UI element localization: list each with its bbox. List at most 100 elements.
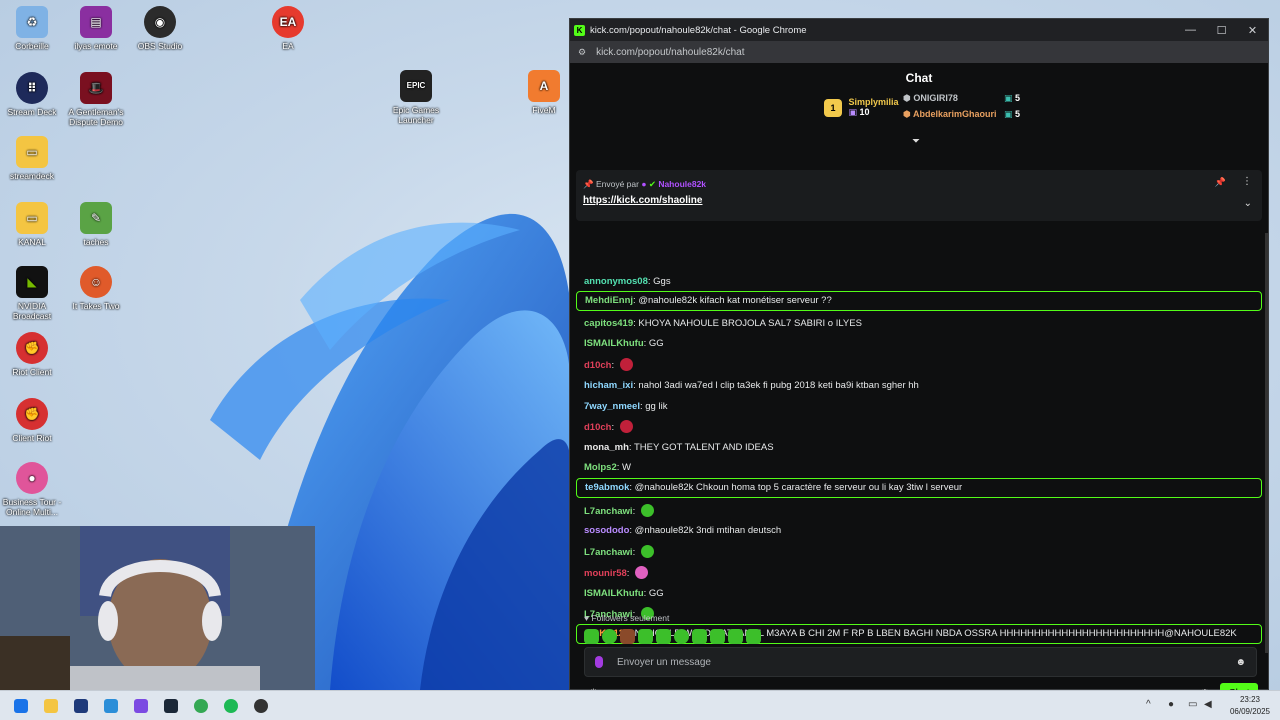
chat-message: L7anchawi:	[576, 545, 1262, 560]
message-username[interactable]: annonymos08	[584, 276, 648, 287]
pinned-user[interactable]: Nahoule82k	[658, 179, 706, 189]
desktop-icon-client-riot[interactable]: ✊ Client Riot	[0, 398, 64, 443]
message-text: @nahoule82k kifach kat monétiser serveur…	[638, 295, 832, 306]
message-username[interactable]: MehdiEnnj	[585, 295, 633, 306]
desktop-icon-kanal[interactable]: ▭ KANAL	[0, 202, 64, 247]
taskbar-app-icon[interactable]	[74, 699, 88, 713]
medal-icon: ⬢	[903, 109, 914, 119]
ea-icon: EA	[272, 6, 304, 38]
maximize-button[interactable]: ☐	[1206, 24, 1237, 37]
taskbar-app-icon[interactable]	[164, 699, 178, 713]
kick-favicon-icon: K	[574, 24, 585, 36]
scrollbar[interactable]	[1265, 233, 1268, 653]
message-username[interactable]: ISMAILKhufu	[584, 338, 644, 349]
message-username[interactable]: d10ch	[584, 422, 611, 433]
taskbar-app-icon[interactable]	[104, 699, 118, 713]
taskbar-app-icon[interactable]	[44, 699, 58, 713]
address-bar[interactable]: ⚙ kick.com/popout/nahoule82k/chat	[570, 41, 1268, 63]
desktop-icon-obs[interactable]: ◉ OBS Studio	[128, 6, 192, 51]
leader-2[interactable]: ⬢ ONIGIRI78	[903, 93, 958, 104]
desktop-icon-stream-deck[interactable]: ⠿ Stream Deck	[0, 72, 64, 117]
emote-button[interactable]	[584, 629, 599, 644]
emote-button[interactable]	[638, 629, 653, 644]
message-username[interactable]: sosododo	[584, 525, 629, 536]
emoji-icon[interactable]: ☻	[1235, 657, 1246, 668]
taskbar-app-icon[interactable]	[134, 699, 148, 713]
site-settings-icon[interactable]: ⚙	[578, 47, 586, 58]
system-clock[interactable]: 23:23 06/09/2025	[1230, 694, 1270, 718]
webcam-image	[0, 526, 315, 690]
tray-mic-icon[interactable]: ●	[1168, 699, 1174, 710]
desktop-icon-business-tour[interactable]: ● Business Tour - Online Multi...	[0, 462, 64, 517]
pin-icon: 📌	[583, 179, 596, 189]
desktop-icon-it-takes-two[interactable]: ☺ It Takes Two	[64, 266, 128, 311]
close-button[interactable]: ✕	[1237, 24, 1268, 37]
desktop-icon-ea[interactable]: EA EA	[256, 6, 320, 51]
desktop-icon-fivem[interactable]: A FiveM	[512, 70, 576, 115]
notepad-icon: ✎	[80, 202, 112, 234]
tray-display-icon[interactable]: ▭	[1188, 699, 1197, 710]
tray-chevron-icon[interactable]: ^	[1146, 699, 1151, 710]
message-input-box[interactable]: ☻	[584, 647, 1257, 677]
chrome-window: K kick.com/popout/nahoule82k/chat - Goog…	[569, 18, 1269, 703]
emote-button[interactable]	[692, 629, 707, 644]
emote-button[interactable]	[656, 629, 671, 644]
chat-message: annonymos08: Ggs	[576, 275, 1262, 289]
minimize-button[interactable]: —	[1175, 24, 1206, 37]
webcam-overlay	[0, 526, 315, 690]
desktop-icon-taches[interactable]: ✎ taches	[64, 202, 128, 247]
taskbar: ^ ● ▭ ◀ 23:23 06/09/2025	[0, 690, 1280, 720]
desktop-icon-recycle-bin[interactable]: ♻ Corbeille	[0, 6, 64, 51]
desktop-icon-streamdeck-folder[interactable]: ▭ streamdeck	[0, 136, 64, 181]
desktop-icon-ilyas-emote[interactable]: ▤ ilyas emote	[64, 6, 128, 51]
message-username[interactable]: ISMAILKhufu	[584, 588, 644, 599]
obs-taskbar-icon[interactable]	[254, 699, 268, 713]
desktop-icon-riot-client[interactable]: ✊ Riot Client	[0, 332, 64, 377]
message-username[interactable]: Molps2	[584, 462, 617, 473]
message-input[interactable]	[617, 656, 1217, 668]
desktop-icon-gentlemans-dispute[interactable]: 🎩 A Gentleman's Dispute Demo	[64, 72, 128, 127]
leader-3[interactable]: ⬢ AbdelkarimGhaouri	[903, 109, 997, 120]
chat-message: Molps2: W	[576, 461, 1262, 475]
emote-button[interactable]	[602, 629, 617, 644]
collapse-leaderboard-icon[interactable]: ⏷	[912, 136, 920, 147]
pinned-link[interactable]: https://kick.com/shaoline	[583, 195, 702, 206]
message-username[interactable]: 7way_nmeel	[584, 401, 640, 412]
riot-icon: ✊	[16, 398, 48, 430]
message-username[interactable]: te9abmok	[585, 482, 629, 493]
nvidia-icon: ◣	[16, 266, 48, 298]
emote-button[interactable]	[710, 629, 725, 644]
spotify-icon[interactable]	[224, 699, 238, 713]
chat-message: ISMAILKhufu: GG	[576, 337, 1262, 351]
message-separator: :	[632, 506, 638, 517]
business-tour-icon: ●	[16, 462, 48, 494]
leader-1[interactable]: 1 Simplymilia ▣ 10	[824, 97, 899, 118]
message-username[interactable]: d10ch	[584, 360, 611, 371]
emote-bar	[584, 629, 761, 644]
message-username[interactable]: mounir58	[584, 568, 627, 579]
chrome-taskbar-icon[interactable]	[194, 699, 208, 713]
emote-button[interactable]	[674, 629, 689, 644]
desktop-icon-nvidia-broadcast[interactable]: ◣ NVIDIA Broadcast	[0, 266, 64, 321]
message-username[interactable]: L7anchawi	[584, 547, 633, 558]
desktop-icon-epic-games[interactable]: EPIC Epic Games Launcher	[384, 70, 448, 125]
message-text: GG	[648, 588, 664, 599]
tray-volume-icon[interactable]: ◀	[1204, 699, 1212, 710]
emote-button[interactable]	[728, 629, 743, 644]
message-text: W	[622, 462, 631, 473]
message-username[interactable]: mona_mh	[584, 442, 629, 453]
message-text: nahol 3adi wa7ed l clip ta3ek fi pubg 20…	[638, 380, 919, 391]
unpin-icon[interactable]: 📌	[1215, 177, 1226, 188]
more-options-icon[interactable]: ⋮	[1242, 176, 1252, 187]
url-text[interactable]: kick.com/popout/nahoule82k/chat	[596, 47, 744, 58]
message-username[interactable]: capitos419	[584, 318, 633, 329]
message-username[interactable]: hicham_ixi	[584, 380, 633, 391]
message-username[interactable]: L7anchawi	[584, 506, 633, 517]
emote-button[interactable]	[746, 629, 761, 644]
top-hat-icon: 🎩	[80, 72, 112, 104]
emote-button[interactable]	[620, 629, 635, 644]
chevron-down-icon[interactable]: ⌄	[1244, 198, 1252, 209]
start-icon[interactable]	[14, 699, 28, 713]
chat-message: te9abmok: @nahoule82k Chkoun homa top 5 …	[576, 478, 1262, 498]
message-text: @nahoule82k Chkoun homa top 5 caractère …	[634, 482, 963, 493]
